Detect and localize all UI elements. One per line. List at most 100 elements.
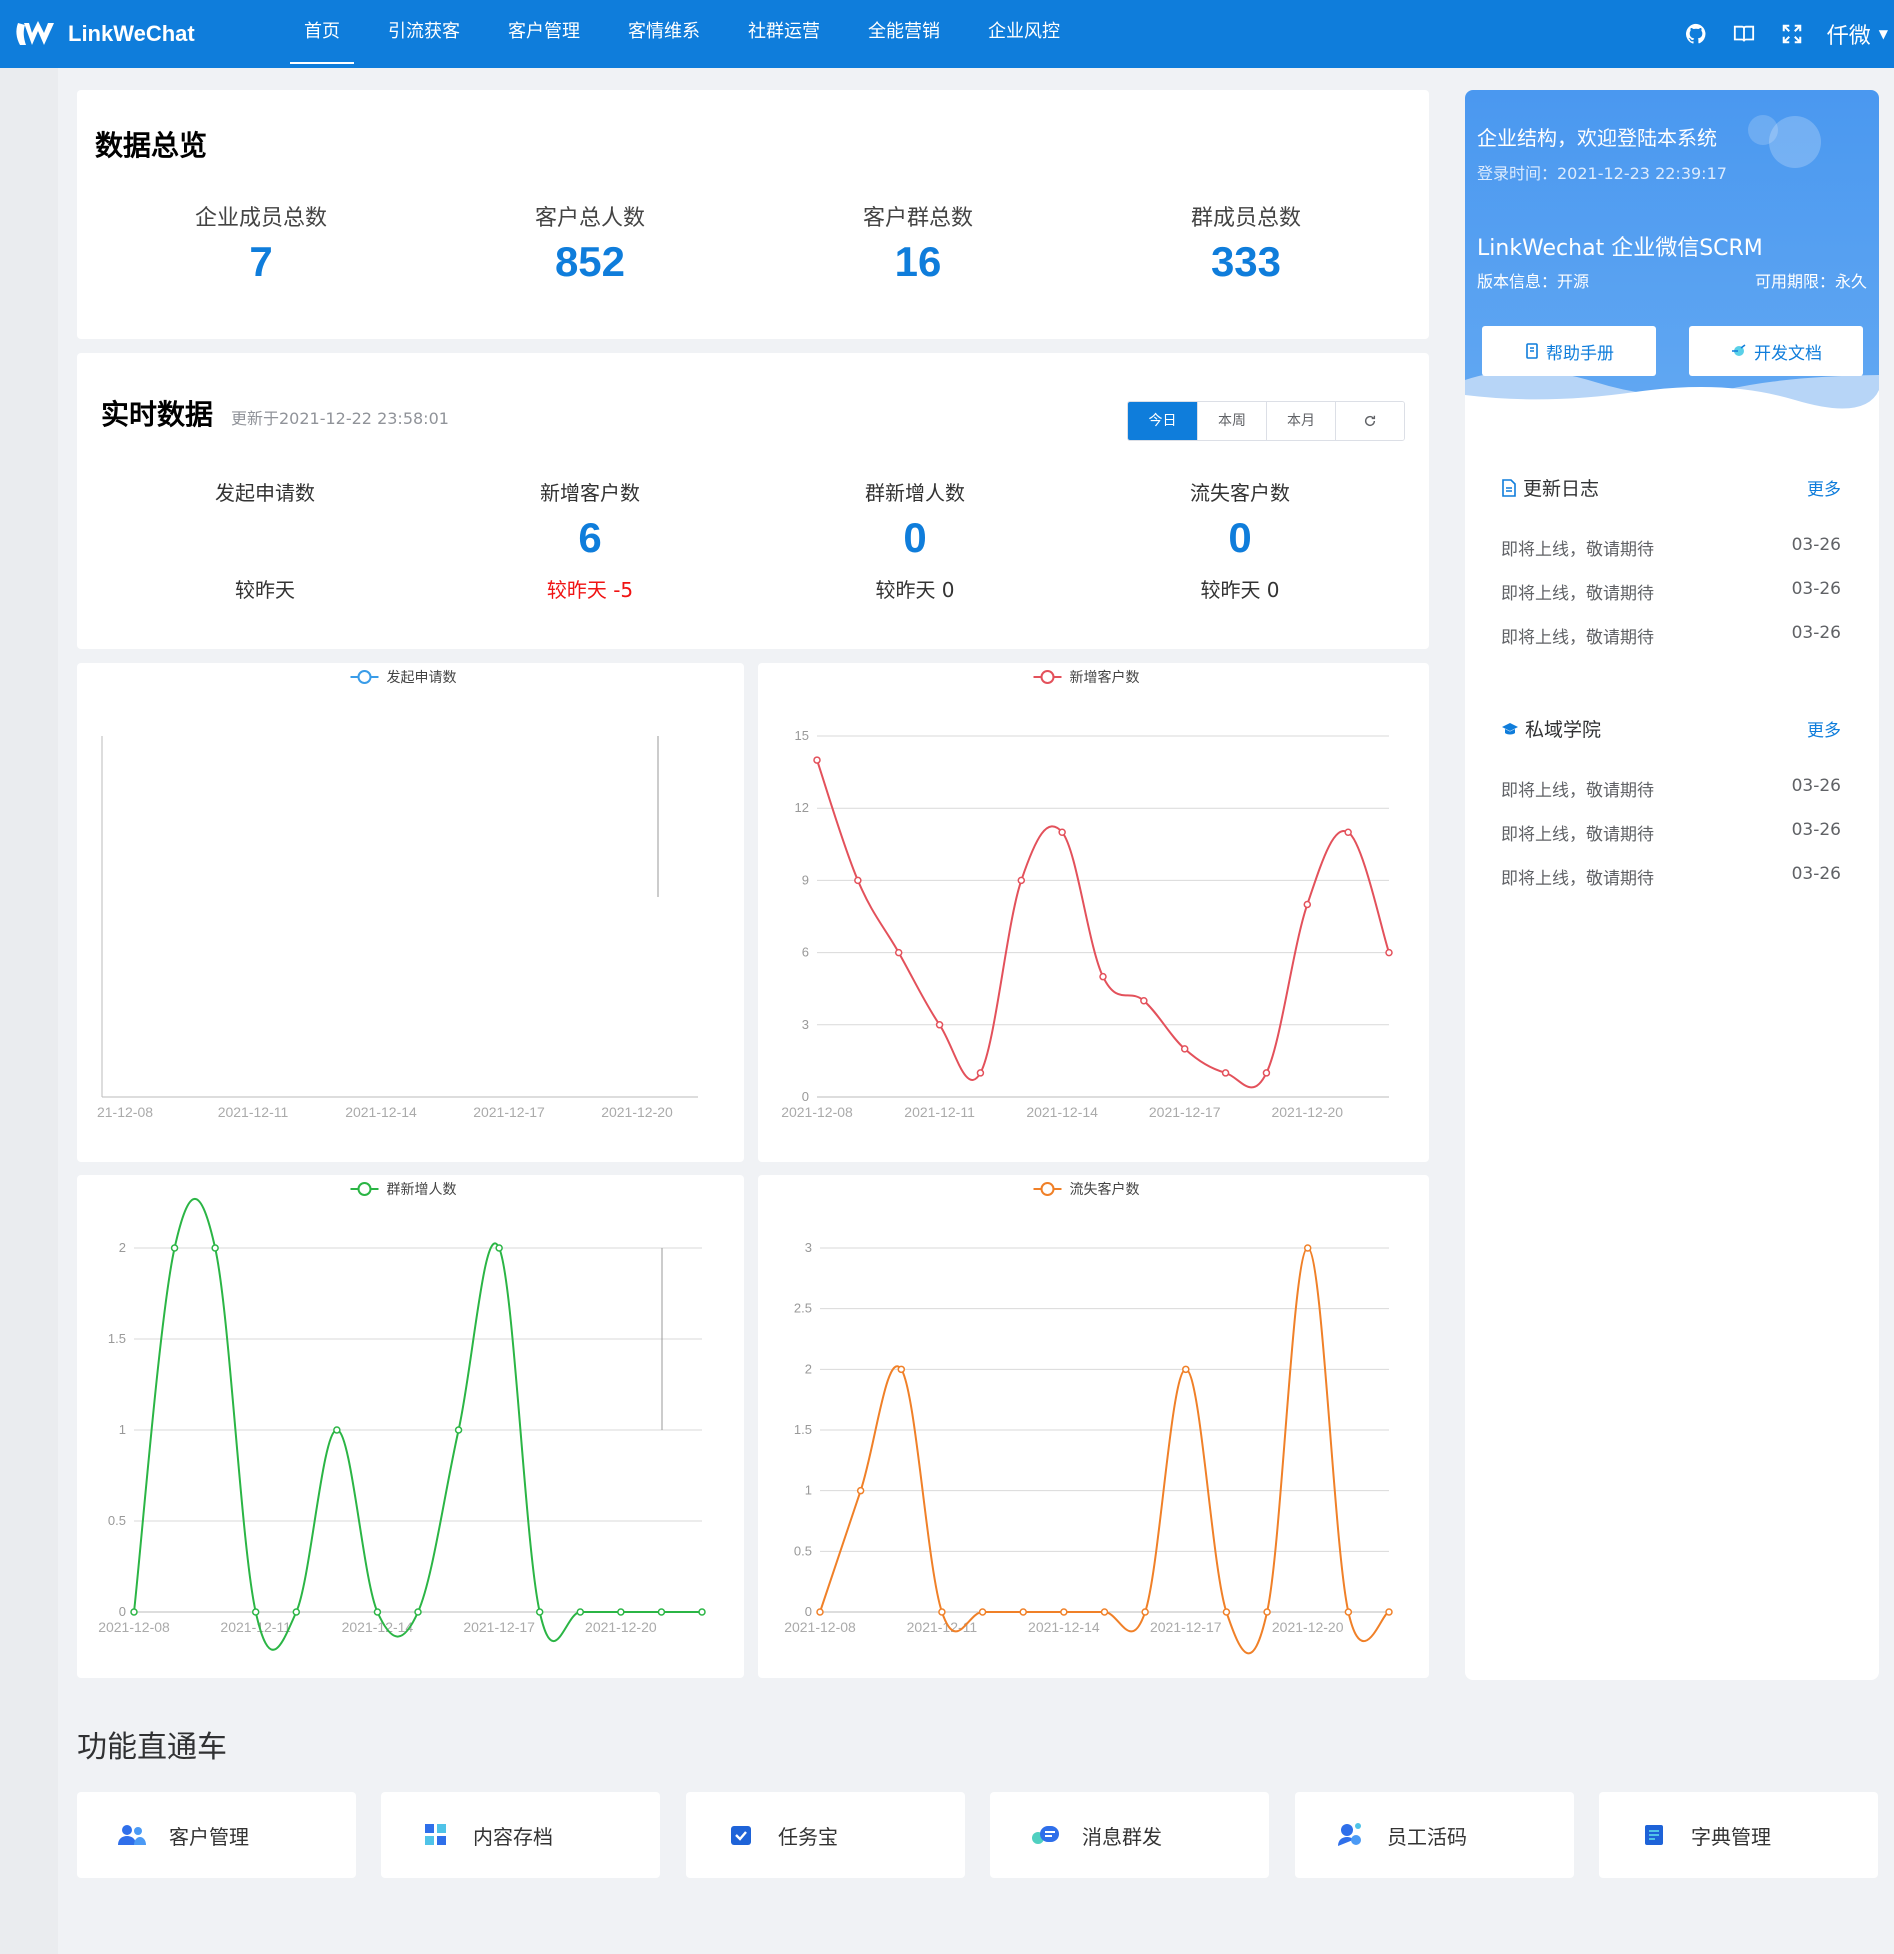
github-icon[interactable] <box>1683 21 1709 47</box>
x-tick-label: 21-12-08 <box>97 1104 153 1120</box>
nav-item-acquisition[interactable]: 引流获客 <box>364 0 484 68</box>
overview-title: 数据总览 <box>95 129 208 162</box>
x-tick-label: 2021-12-20 <box>585 1619 657 1635</box>
legend-marker <box>357 1182 372 1196</box>
x-tick-label: 2021-12-11 <box>218 1104 289 1120</box>
nav-item-home[interactable]: 首页 <box>280 0 364 68</box>
stat-label: 群成员总数 <box>1190 206 1301 231</box>
list-item[interactable]: 即将上线，敬请期待 03-26 <box>1501 820 1841 845</box>
refresh-button[interactable] <box>1335 402 1404 440</box>
x-tick-label: 2021-12-20 <box>1272 1619 1344 1635</box>
legend-marker <box>1040 670 1055 684</box>
book-icon[interactable] <box>1731 21 1757 47</box>
data-point <box>978 1608 987 1616</box>
data-point <box>251 1608 260 1616</box>
data-point <box>1180 1045 1189 1053</box>
data-point <box>1385 1608 1393 1616</box>
data-point <box>976 1069 985 1077</box>
period-today-button[interactable]: 今日 <box>1128 402 1197 440</box>
data-point <box>495 1244 503 1252</box>
chart-card-group-new: 群新增人数 0 0.5 1 1.5 2 2021-12-08 2021-12-11 2021-1… <box>77 1175 744 1678</box>
list-item[interactable]: 即将上线，敬请期待 03-26 <box>1501 776 1841 801</box>
y-tick-label: 0 <box>802 1089 809 1104</box>
shortcut-dictionary[interactable]: 字典管理 <box>1599 1792 1878 1878</box>
nav-item-relations[interactable]: 客情维系 <box>604 0 724 68</box>
top-navbar: LinkWeChat 首页 引流获客 客户管理 客情维系 社群运营 全能营销 企… <box>0 0 1894 68</box>
realtime-title: 实时数据 <box>101 398 214 431</box>
stat-value: 7 <box>249 238 273 285</box>
shortcut-content-archive[interactable]: 内容存档 <box>381 1792 660 1878</box>
period-month-button[interactable]: 本月 <box>1266 402 1335 440</box>
rt-stat-label: 发起申请数 <box>215 481 315 505</box>
data-point <box>535 1608 544 1616</box>
academy-header: 私域学院 更多 <box>1501 715 1841 742</box>
data-point <box>1019 1608 1027 1616</box>
rt-stat-group-new: 群新增人数 0 较昨天 0 <box>785 477 1045 603</box>
shortcut-staff-code[interactable]: 员工活码 <box>1295 1792 1574 1878</box>
data-point <box>211 1244 219 1252</box>
data-point <box>816 1608 824 1616</box>
panel-login-time: 登录时间：2021-12-23 22:39:17 <box>1477 164 1727 183</box>
period-week-button[interactable]: 本周 <box>1197 402 1266 440</box>
y-tick-label: 9 <box>802 872 809 887</box>
list-item[interactable]: 即将上线，敬请期待 03-26 <box>1501 864 1841 889</box>
y-tick-label: 0 <box>119 1604 126 1619</box>
stat-label: 客户总人数 <box>534 206 645 231</box>
list-item[interactable]: 即将上线，敬请期待 03-26 <box>1501 535 1841 560</box>
chart-card-applications: 发起申请数 21-12-08 2021-12-11 2021-12-14 2021-12… <box>77 663 744 1162</box>
nav-item-risk[interactable]: 企业风控 <box>964 0 1084 68</box>
shortcut-label: 任务宝 <box>778 1824 838 1849</box>
academy-more-link[interactable]: 更多 <box>1807 716 1841 741</box>
data-point <box>1141 1608 1149 1616</box>
data-point <box>1303 1244 1312 1252</box>
stat-value: 852 <box>554 238 626 285</box>
changelog-more-link[interactable]: 更多 <box>1807 475 1841 500</box>
legend-label: 新增客户数 <box>1070 669 1140 685</box>
legend-marker <box>1040 1182 1055 1196</box>
logo[interactable]: LinkWeChat <box>14 19 264 49</box>
help-manual-button[interactable]: 帮助手册 <box>1482 326 1656 376</box>
nav-item-community[interactable]: 社群运营 <box>724 0 844 68</box>
legend-label: 发起申请数 <box>387 669 457 685</box>
data-point <box>1344 828 1352 837</box>
y-tick-label: 0 <box>805 1604 812 1619</box>
data-point <box>454 1426 463 1434</box>
data-point <box>1140 996 1148 1005</box>
shortcut-task-treasure[interactable]: 任务宝 <box>686 1792 965 1878</box>
data-point <box>897 1365 906 1374</box>
x-tick-label: 2021-12-17 <box>1150 1619 1222 1635</box>
nav-item-customers[interactable]: 客户管理 <box>484 0 604 68</box>
data-point <box>373 1608 382 1616</box>
fullscreen-icon[interactable] <box>1779 21 1805 47</box>
document-icon <box>1502 478 1516 497</box>
list-item-text: 即将上线，敬请期待 <box>1501 869 1654 889</box>
panel-validity: 可用期限：永久 <box>1754 272 1867 291</box>
panel-welcome: 企业结构，欢迎登陆本系统 <box>1477 126 1717 150</box>
x-tick-label: 2021-12-08 <box>781 1104 853 1120</box>
data-point <box>1182 1365 1190 1374</box>
graduation-cap-icon <box>1502 722 1518 734</box>
list-item[interactable]: 即将上线，敬请期待 03-26 <box>1501 579 1841 604</box>
stat-label: 客户群总数 <box>862 206 973 231</box>
user-menu[interactable]: 仟微 ▼ <box>1827 18 1888 50</box>
y-tick-label: 1.5 <box>108 1331 126 1346</box>
rt-stat-value: 6 <box>578 514 602 561</box>
shortcut-customer-management[interactable]: 客户管理 <box>77 1792 356 1878</box>
x-tick-label: 2021-12-11 <box>904 1104 975 1120</box>
shortcuts-title: 功能直通车 <box>77 1730 227 1765</box>
data-point <box>292 1608 301 1616</box>
left-strip <box>0 68 58 1954</box>
x-tick-label: 2021-12-08 <box>784 1619 856 1635</box>
list-item[interactable]: 即将上线，敬请期待 03-26 <box>1501 623 1841 648</box>
data-point <box>657 1608 666 1616</box>
data-point <box>1058 828 1066 837</box>
y-tick-label: 2 <box>119 1240 126 1255</box>
list-item-text: 即将上线，敬请期待 <box>1501 628 1654 648</box>
series-line <box>816 759 1390 1089</box>
dev-docs-button[interactable]: 开发文档 <box>1689 326 1863 376</box>
data-point <box>414 1608 422 1616</box>
nav-item-marketing[interactable]: 全能营销 <box>844 0 964 68</box>
shortcut-mass-message[interactable]: 消息群发 <box>990 1792 1269 1878</box>
stat-group-members: 群成员总数 333 <box>1116 200 1376 286</box>
list-item-date: 03-26 <box>1791 623 1841 643</box>
